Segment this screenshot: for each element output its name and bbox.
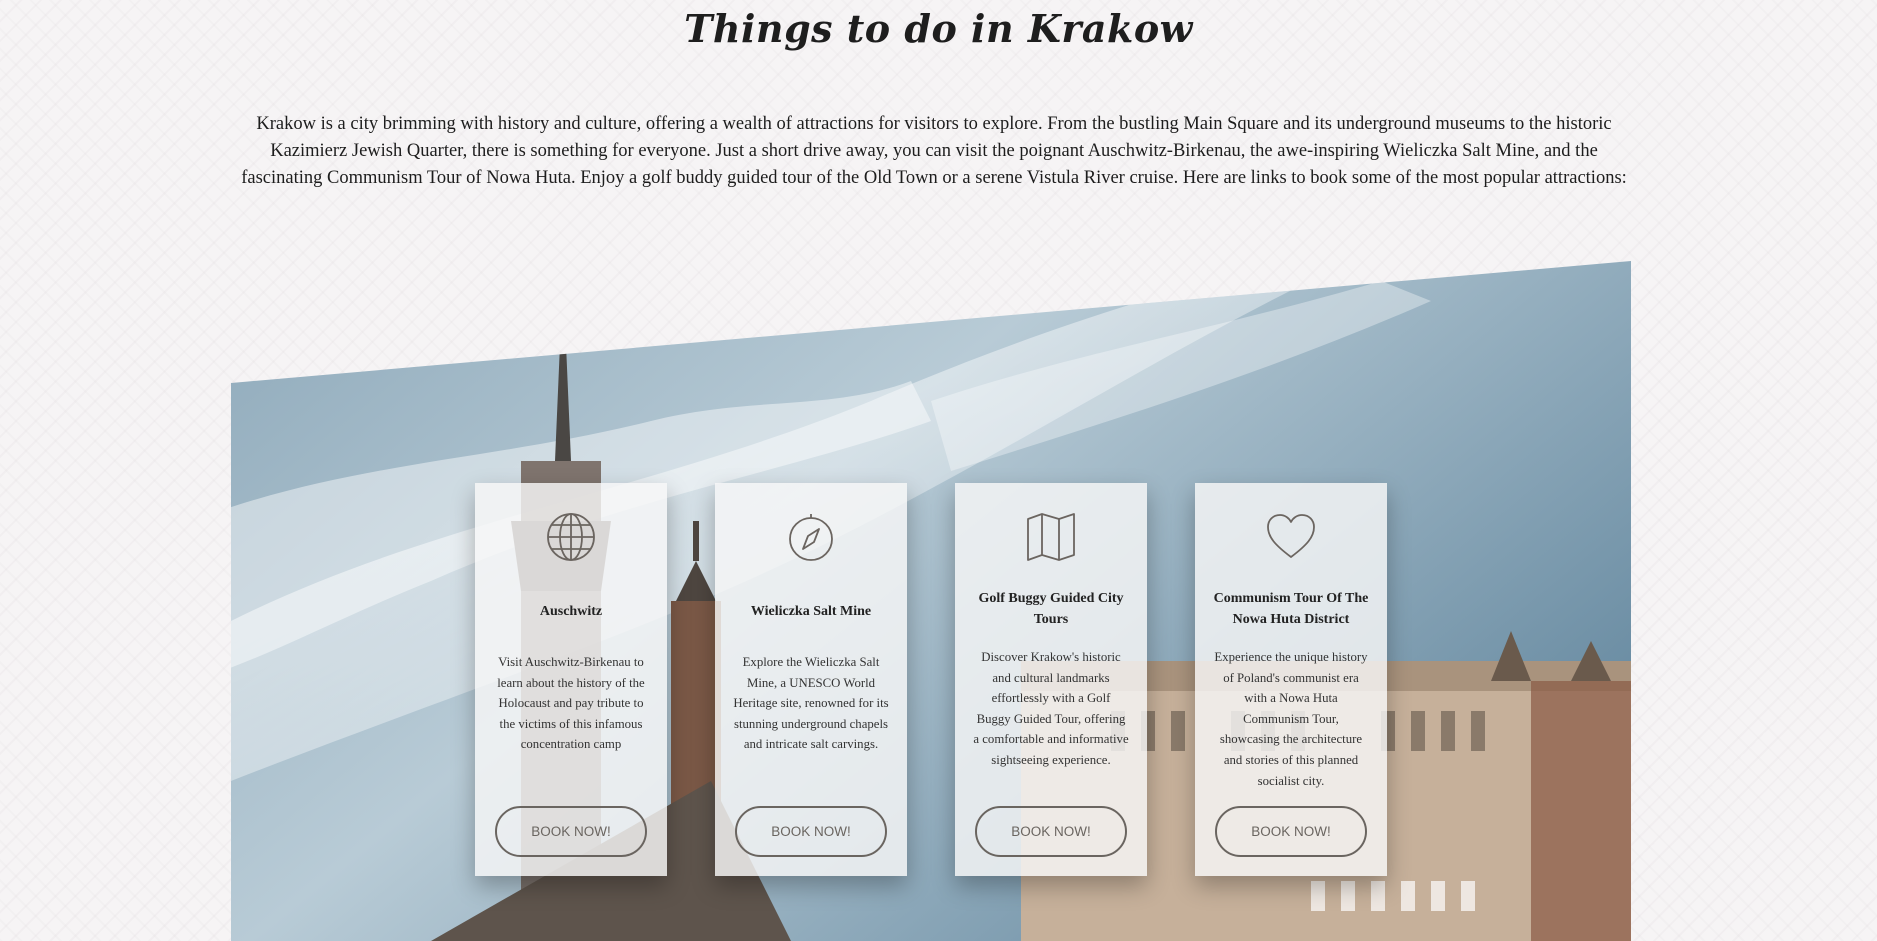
card-description: Discover Krakow's historic and cultural … — [973, 650, 1129, 767]
page-title: Things to do in Krakow — [684, 6, 1193, 51]
card-title: Wieliczka Salt Mine — [750, 604, 872, 619]
book-now-button[interactable]: BOOK NOW! — [495, 806, 647, 857]
card-description: Explore the Wieliczka Salt Mine, a UNESC… — [733, 655, 889, 752]
card-title: Communism Tour Of The Nowa Huta District — [1213, 591, 1369, 627]
card-wieliczka-salt-mine: Wieliczka Salt Mine Explore the Wieliczk… — [715, 483, 907, 876]
hero-image — [231, 261, 1631, 941]
intro-paragraph: Krakow is a city brimming with history a… — [241, 114, 1627, 188]
card-title: Golf Buggy Guided City Tours — [978, 591, 1124, 627]
card-title: Auschwitz — [539, 604, 603, 619]
globe-icon — [475, 511, 667, 567]
card-communism-tour: Communism Tour Of The Nowa Huta District… — [1195, 483, 1387, 876]
card-description: Experience the unique history of Poland'… — [1214, 650, 1368, 788]
book-now-button[interactable]: BOOK NOW! — [1215, 806, 1367, 857]
card-auschwitz: Auschwitz Visit Auschwitz-Birkenau to le… — [475, 483, 667, 876]
card-description: Visit Auschwitz-Birkenau to learn about … — [497, 655, 645, 752]
book-now-button[interactable]: BOOK NOW! — [735, 806, 887, 857]
heart-icon — [1195, 511, 1387, 567]
card-golf-buggy-tours: Golf Buggy Guided City Tours Discover Kr… — [955, 483, 1147, 876]
krakow-skyline-illustration — [231, 261, 1631, 941]
compass-icon — [715, 511, 907, 567]
map-icon — [955, 511, 1147, 567]
book-now-button[interactable]: BOOK NOW! — [975, 806, 1127, 857]
